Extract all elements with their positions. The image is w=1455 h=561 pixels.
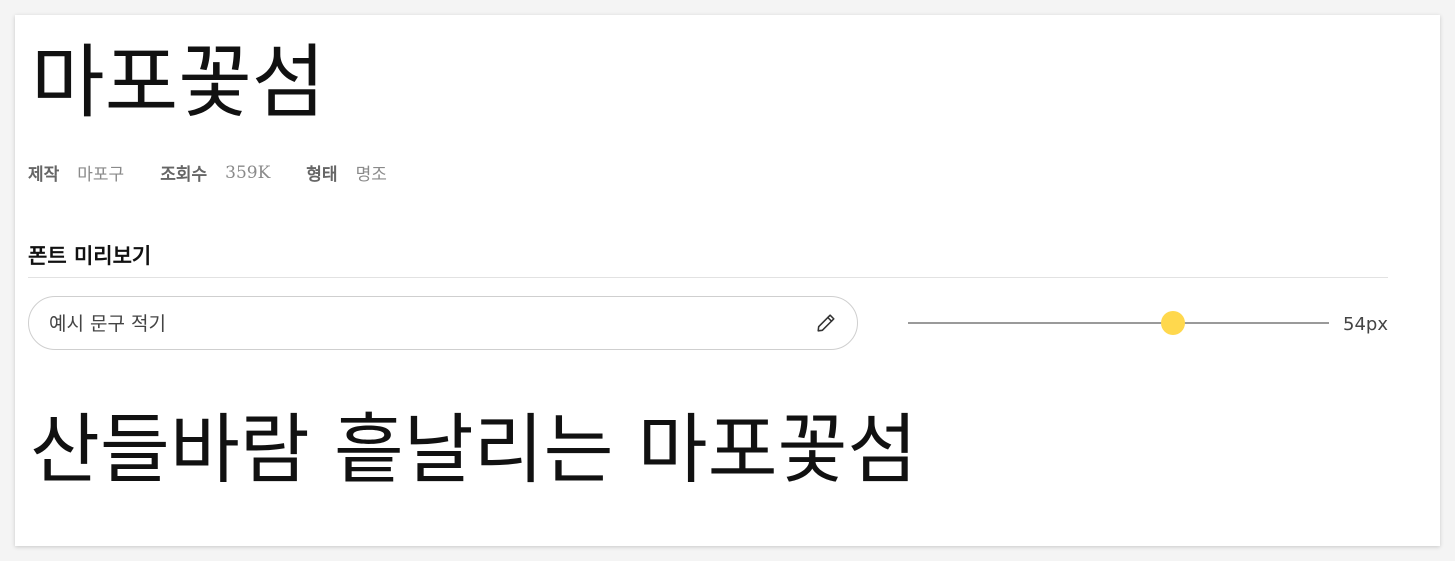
sample-text-input[interactable] [47, 297, 811, 351]
slider-thumb[interactable] [1161, 311, 1186, 335]
meta-style: 형태 명조 [306, 160, 387, 185]
preview-sample-text: 산들바람 흩날리는 마포꽃섬 [30, 405, 918, 494]
section-divider [28, 277, 1388, 278]
meta-views: 조회수 359K [160, 160, 271, 186]
meta-style-value: 명조 [355, 165, 387, 185]
font-meta-row: 제작 마포구 조회수 359K 형태 명조 [28, 160, 423, 186]
font-size-value: 54px [1343, 314, 1388, 335]
font-size-slider[interactable] [908, 311, 1329, 335]
meta-maker: 제작 마포구 [28, 160, 124, 185]
pencil-icon[interactable] [815, 312, 837, 334]
font-name-title: 마포꽃섬 [31, 36, 326, 129]
meta-views-value: 359K [225, 162, 271, 183]
slider-track[interactable] [908, 322, 1329, 324]
meta-maker-label: 제작 [28, 165, 60, 185]
meta-views-label: 조회수 [160, 165, 208, 185]
meta-maker-value: 마포구 [77, 165, 125, 185]
font-detail-card: 마포꽃섬 제작 마포구 조회수 359K 형태 명조 폰트 미리보기 54px … [15, 15, 1440, 546]
preview-heading: 폰트 미리보기 [28, 244, 152, 268]
meta-style-label: 형태 [306, 165, 338, 185]
sample-text-field[interactable] [28, 296, 858, 351]
